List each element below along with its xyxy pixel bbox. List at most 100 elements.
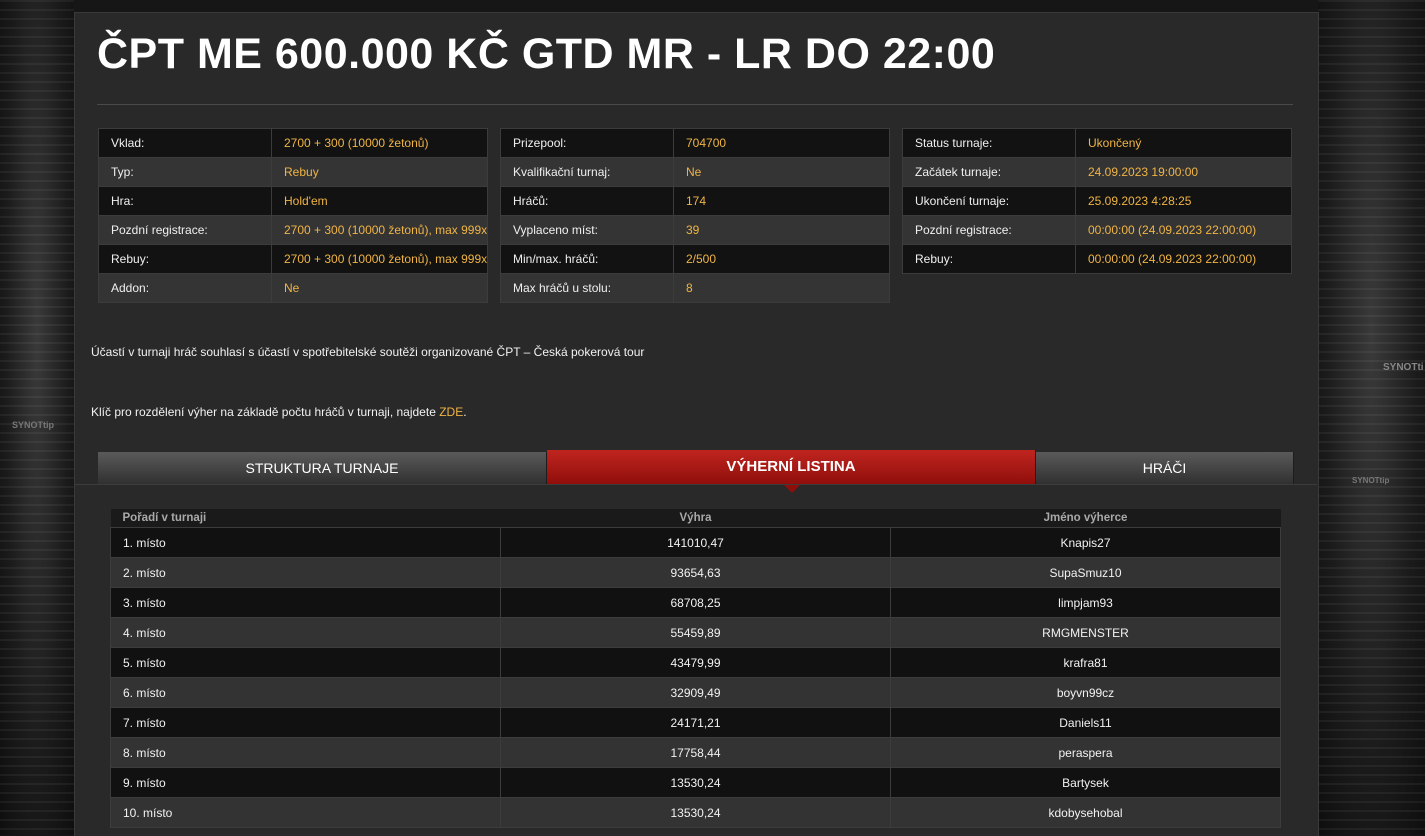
tab-structure[interactable]: STRUKTURA TURNAJE — [98, 452, 547, 485]
info-label: Vklad: — [98, 128, 272, 158]
info-row: Ukončení turnaje: 25.09.2023 4:28:25 — [902, 186, 1292, 216]
info-row: Max hráčů u stolu: 8 — [500, 273, 890, 303]
payout-key-note: Klíč pro rozdělení výher na základě počt… — [91, 405, 467, 419]
info-label: Kvalifikační turnaj: — [500, 157, 674, 187]
info-value: 2700 + 300 (10000 žetonů) — [270, 128, 489, 158]
info-label: Prizepool: — [500, 128, 674, 158]
info-table-players: Prizepool: 704700 Kvalifikační turnaj: Ne … — [500, 128, 890, 303]
info-row: Typ: Rebuy — [98, 157, 489, 187]
tournament-tabs: STRUKTURA TURNAJE VÝHERNÍ LISTINA HRÁČI — [98, 450, 1294, 485]
info-label: Pozdní registrace: — [902, 215, 1076, 245]
info-value: Ne — [270, 273, 489, 303]
info-value: Ne — [673, 157, 890, 187]
prize-cell: 32909,49 — [500, 677, 891, 708]
info-label: Rebuy: — [98, 244, 272, 274]
info-row: Prizepool: 704700 — [500, 128, 890, 158]
winner-cell: Knapis27 — [890, 527, 1281, 558]
info-value: 2700 + 300 (10000 žetonů), max 999x — [270, 244, 489, 274]
table-row: 7. místo 24171,21 Daniels11 — [110, 707, 1281, 738]
info-value: 704700 — [673, 128, 890, 158]
info-label: Addon: — [98, 273, 272, 303]
brand-watermark-right: SYNOTti — [1383, 362, 1424, 373]
winner-cell: kdobysehobal — [890, 797, 1281, 828]
info-label: Pozdní registrace: — [98, 215, 272, 245]
info-value: 174 — [673, 186, 890, 216]
info-label: Rebuy: — [902, 244, 1076, 274]
info-label: Hra: — [98, 186, 272, 216]
rank-cell: 2. místo — [110, 557, 501, 588]
tab-prize-list[interactable]: VÝHERNÍ LISTINA — [547, 450, 1036, 485]
info-value: Rebuy — [270, 157, 489, 187]
info-row: Addon: Ne — [98, 273, 489, 303]
winner-cell: krafra81 — [890, 647, 1281, 678]
rank-cell: 7. místo — [110, 707, 501, 738]
column-header-prize: Výhra — [500, 509, 891, 528]
info-value: 24.09.2023 19:00:00 — [1075, 157, 1292, 187]
prize-cell: 68708,25 — [500, 587, 891, 618]
table-row: 8. místo 17758,44 peraspera — [110, 737, 1281, 768]
info-value: 8 — [673, 273, 890, 303]
info-label: Typ: — [98, 157, 272, 187]
rank-cell: 1. místo — [110, 527, 501, 558]
table-row: 2. místo 93654,63 SupaSmuz10 — [110, 557, 1281, 588]
info-label: Hráčů: — [500, 186, 674, 216]
info-value: 00:00:00 (24.09.2023 22:00:00) — [1075, 244, 1292, 274]
info-value: 39 — [673, 215, 890, 245]
prize-cell: 43479,99 — [500, 647, 891, 678]
info-row: Min/max. hráčů: 2/500 — [500, 244, 890, 274]
table-row: 4. místo 55459,89 RMGMENSTER — [110, 617, 1281, 648]
winner-cell: Daniels11 — [890, 707, 1281, 738]
info-label: Min/max. hráčů: — [500, 244, 674, 274]
info-table-status: Status turnaje: Ukončený Začátek turnaje:… — [902, 128, 1292, 274]
info-label: Vyplaceno míst: — [500, 215, 674, 245]
prize-cell: 55459,89 — [500, 617, 891, 648]
tab-players[interactable]: HRÁČI — [1036, 452, 1294, 485]
table-row: 10. místo 13530,24 kdobysehobal — [110, 797, 1281, 828]
payout-key-link[interactable]: ZDE — [439, 405, 463, 419]
info-row: Rebuy: 00:00:00 (24.09.2023 22:00:00) — [902, 244, 1292, 274]
info-row: Vklad: 2700 + 300 (10000 žetonů) — [98, 128, 489, 158]
title-divider — [97, 104, 1293, 105]
info-label: Max hráčů u stolu: — [500, 273, 674, 303]
info-row: Kvalifikační turnaj: Ne — [500, 157, 890, 187]
info-table-entry: Vklad: 2700 + 300 (10000 žetonů) Typ: Rebu… — [98, 128, 489, 303]
prize-table: Pořadí v turnaji Výhra Jméno výherce 1. … — [110, 509, 1281, 828]
payout-key-text: Klíč pro rozdělení výher na základě počt… — [91, 405, 440, 419]
prize-cell: 17758,44 — [500, 737, 891, 768]
active-tab-indicator — [784, 485, 800, 493]
consent-note: Účastí v turnaji hráč souhlasí s účastí … — [91, 345, 645, 359]
winner-cell: boyvn99cz — [890, 677, 1281, 708]
rank-cell: 5. místo — [110, 647, 501, 678]
prize-cell: 13530,24 — [500, 767, 891, 798]
prize-table-header: Pořadí v turnaji Výhra Jméno výherce — [110, 509, 1281, 528]
column-header-rank: Pořadí v turnaji — [110, 509, 501, 528]
prize-cell: 13530,24 — [500, 797, 891, 828]
table-row: 1. místo 141010,47 Knapis27 — [110, 527, 1281, 558]
info-value: 25.09.2023 4:28:25 — [1075, 186, 1292, 216]
info-row: Začátek turnaje: 24.09.2023 19:00:00 — [902, 157, 1292, 187]
info-value: 2/500 — [673, 244, 890, 274]
winner-cell: SupaSmuz10 — [890, 557, 1281, 588]
info-value: Hold'em — [270, 186, 489, 216]
info-label: Začátek turnaje: — [902, 157, 1076, 187]
brand-watermark-left: SYNOTtip — [12, 420, 54, 430]
prize-cell: 24171,21 — [500, 707, 891, 738]
payout-key-end: . — [463, 405, 467, 419]
prize-cell: 93654,63 — [500, 557, 891, 588]
page-title: ČPT ME 600.000 KČ GTD MR - LR DO 22:00 — [97, 30, 996, 78]
winner-cell: RMGMENSTER — [890, 617, 1281, 648]
info-row: Hra: Hold'em — [98, 186, 489, 216]
info-value: 00:00:00 (24.09.2023 22:00:00) — [1075, 215, 1292, 245]
rank-cell: 6. místo — [110, 677, 501, 708]
info-value: 2700 + 300 (10000 žetonů), max 999x — [270, 215, 489, 245]
info-row: Hráčů: 174 — [500, 186, 890, 216]
tabs-divider — [74, 484, 1317, 485]
info-row: Pozdní registrace: 00:00:00 (24.09.2023 2… — [902, 215, 1292, 245]
info-row: Vyplaceno míst: 39 — [500, 215, 890, 245]
background-left — [0, 0, 74, 835]
winner-cell: Bartysek — [890, 767, 1281, 798]
info-row: Pozdní registrace: 2700 + 300 (10000 žeto… — [98, 215, 489, 245]
table-row: 3. místo 68708,25 limpjam93 — [110, 587, 1281, 618]
background-right — [1318, 0, 1425, 835]
brand-watermark-right-lower: SYNOTtip — [1352, 476, 1390, 485]
